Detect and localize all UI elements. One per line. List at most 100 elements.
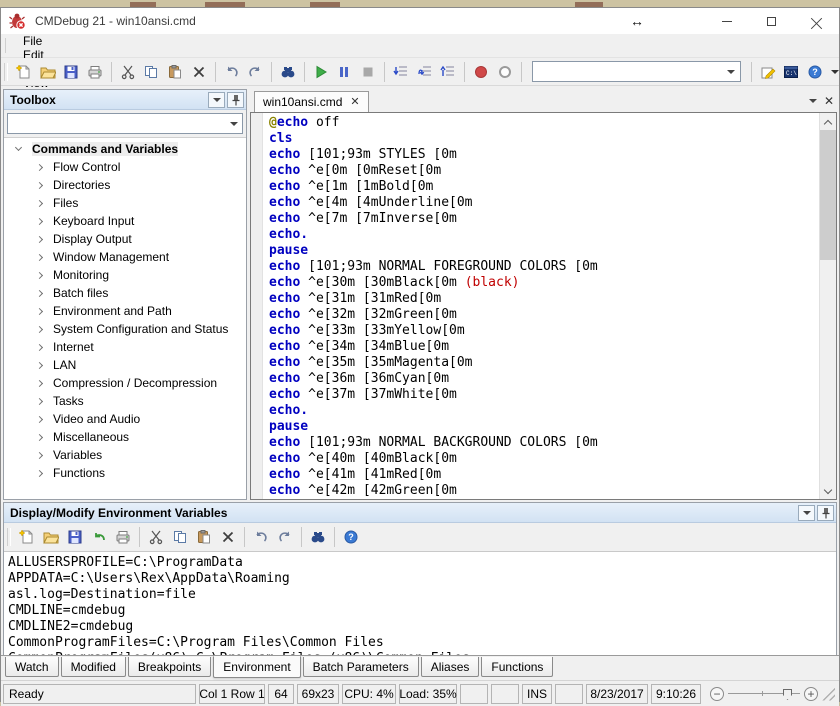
tab-close-icon[interactable]: ✕ [350, 97, 359, 108]
new-file-button[interactable] [12, 60, 36, 84]
find-button[interactable] [306, 525, 330, 549]
print-button[interactable] [111, 525, 135, 549]
editor-tab-win10ansi[interactable]: win10ansi.cmd ✕ [254, 91, 369, 112]
new-file-button[interactable] [15, 525, 39, 549]
step-over-button[interactable] [413, 60, 437, 84]
delete-button[interactable] [216, 525, 240, 549]
tree-item-files[interactable]: Files [4, 194, 246, 212]
toolbox-filter-input[interactable] [8, 114, 225, 133]
copy-button[interactable] [140, 60, 164, 84]
bottom-tab-batch-parameters[interactable]: Batch Parameters [303, 657, 419, 677]
tabbar-close-button[interactable]: ✕ [821, 93, 837, 109]
tree-item-keyboard-input[interactable]: Keyboard Input [4, 212, 246, 230]
code-line[interactable]: echo. [269, 403, 819, 419]
code-line[interactable]: echo ^e[32m [32mGreen[0m [269, 307, 819, 323]
environment-variable-line[interactable]: ALLUSERSPROFILE=C:\ProgramData [8, 555, 836, 571]
command-combobox[interactable] [532, 61, 741, 82]
tree-chevron-icon[interactable] [36, 397, 43, 404]
minimize-button[interactable] [704, 8, 749, 34]
code-line[interactable]: echo ^e[7m [7mInverse[0m [269, 211, 819, 227]
open-file-button[interactable] [36, 60, 60, 84]
code-line[interactable]: echo ^e[42m [42mGreen[0m [269, 483, 819, 499]
tree-chevron-icon[interactable] [36, 361, 43, 368]
paste-button[interactable] [192, 525, 216, 549]
code-line[interactable]: echo ^e[40m [40mBlack[0m [269, 451, 819, 467]
save-button[interactable] [63, 525, 87, 549]
tree-item-window-management[interactable]: Window Management [4, 248, 246, 266]
code-line[interactable]: echo. [269, 227, 819, 243]
tree-item-lan[interactable]: LAN [4, 356, 246, 374]
help-button[interactable]: ? [339, 525, 363, 549]
command-window-button[interactable]: C:\ [780, 60, 804, 84]
tree-item-environment-and-path[interactable]: Environment and Path [4, 302, 246, 320]
toolbar-grip[interactable] [7, 528, 11, 546]
tree-item-variables[interactable]: Variables [4, 446, 246, 464]
scroll-down-button[interactable] [820, 482, 837, 499]
zoom-slider-thumb[interactable] [783, 689, 792, 700]
delete-button[interactable] [187, 60, 211, 84]
tree-item-functions[interactable]: Functions [4, 464, 246, 482]
tree-chevron-icon[interactable] [36, 181, 43, 188]
toolbox-pin-button[interactable] [227, 92, 244, 108]
toolbox-filter-combobox[interactable] [7, 113, 243, 134]
code-line[interactable]: echo ^e[30m [30mBlack[0m (black) [269, 275, 819, 291]
zoom-slider-track[interactable] [728, 693, 800, 694]
tree-chevron-icon[interactable] [36, 343, 43, 350]
environment-variable-line[interactable]: APPDATA=C:\Users\Rex\AppData\Roaming [8, 571, 836, 587]
code-line[interactable]: echo ^e[36m [36mCyan[0m [269, 371, 819, 387]
step-out-button[interactable] [436, 60, 460, 84]
breakpoint-button[interactable] [469, 60, 493, 84]
tree-chevron-icon[interactable] [36, 469, 43, 476]
open-file-button[interactable] [39, 525, 63, 549]
copy-button[interactable] [168, 525, 192, 549]
tree-chevron-icon[interactable] [36, 253, 43, 260]
undo-button[interactable] [249, 525, 273, 549]
code-line[interactable]: pause [269, 419, 819, 435]
tab-list-dropdown-button[interactable] [805, 93, 821, 109]
tree-chevron-icon[interactable] [36, 163, 43, 170]
toolbox-menu-button[interactable] [208, 92, 225, 108]
redo-button[interactable] [273, 525, 297, 549]
run-button[interactable] [309, 60, 333, 84]
code-line[interactable]: echo ^e[37m [37mWhite[0m [269, 387, 819, 403]
code-line[interactable]: echo ^e[41m [41mRed[0m [269, 467, 819, 483]
tree-item-monitoring[interactable]: Monitoring [4, 266, 246, 284]
tree-chevron-icon[interactable] [15, 144, 22, 151]
command-input[interactable] [533, 62, 723, 81]
tree-chevron-icon[interactable] [36, 217, 43, 224]
environment-variable-line[interactable]: CMDLINE=cmdebug [8, 603, 836, 619]
paste-button[interactable] [163, 60, 187, 84]
tree-item-video-and-audio[interactable]: Video and Audio [4, 410, 246, 428]
code-text[interactable]: @echo offclsecho [101;93m STYLES [0mecho… [263, 113, 819, 499]
tree-chevron-icon[interactable] [36, 433, 43, 440]
env-panel-menu-button[interactable] [798, 505, 815, 521]
window-resize-grip[interactable] [822, 688, 835, 701]
editor-vertical-scrollbar[interactable] [819, 113, 836, 499]
print-button[interactable] [83, 60, 107, 84]
zoom-in-button[interactable]: + [804, 687, 818, 701]
menu-item[interactable]: File [14, 34, 81, 48]
redo-button[interactable] [243, 60, 267, 84]
tree-chevron-icon[interactable] [36, 199, 43, 206]
stop-button[interactable] [356, 60, 380, 84]
tree-item-display-output[interactable]: Display Output [4, 230, 246, 248]
bottom-tab-breakpoints[interactable]: Breakpoints [128, 657, 211, 677]
find-button[interactable] [276, 60, 300, 84]
pause-button[interactable] [333, 60, 357, 84]
undo-button[interactable] [220, 60, 244, 84]
tree-chevron-icon[interactable] [36, 325, 43, 332]
tree-item-commands-and-variables[interactable]: Commands and Variables [4, 140, 246, 158]
tree-item-tasks[interactable]: Tasks [4, 392, 246, 410]
tree-chevron-icon[interactable] [36, 451, 43, 458]
bottom-tab-functions[interactable]: Functions [481, 657, 553, 677]
tree-chevron-icon[interactable] [36, 235, 43, 242]
bottom-tab-modified[interactable]: Modified [61, 657, 126, 677]
tree-item-internet[interactable]: Internet [4, 338, 246, 356]
tree-item-system-configuration-and-status[interactable]: System Configuration and Status [4, 320, 246, 338]
edit-command-button[interactable] [756, 60, 780, 84]
bottom-tab-aliases[interactable]: Aliases [421, 657, 480, 677]
tree-chevron-icon[interactable] [36, 271, 43, 278]
command-combo-dropdown-button[interactable] [723, 62, 740, 81]
code-line[interactable]: echo [101;93m NORMAL FOREGROUND COLORS [… [269, 259, 819, 275]
bottom-tab-watch[interactable]: Watch [5, 657, 59, 677]
